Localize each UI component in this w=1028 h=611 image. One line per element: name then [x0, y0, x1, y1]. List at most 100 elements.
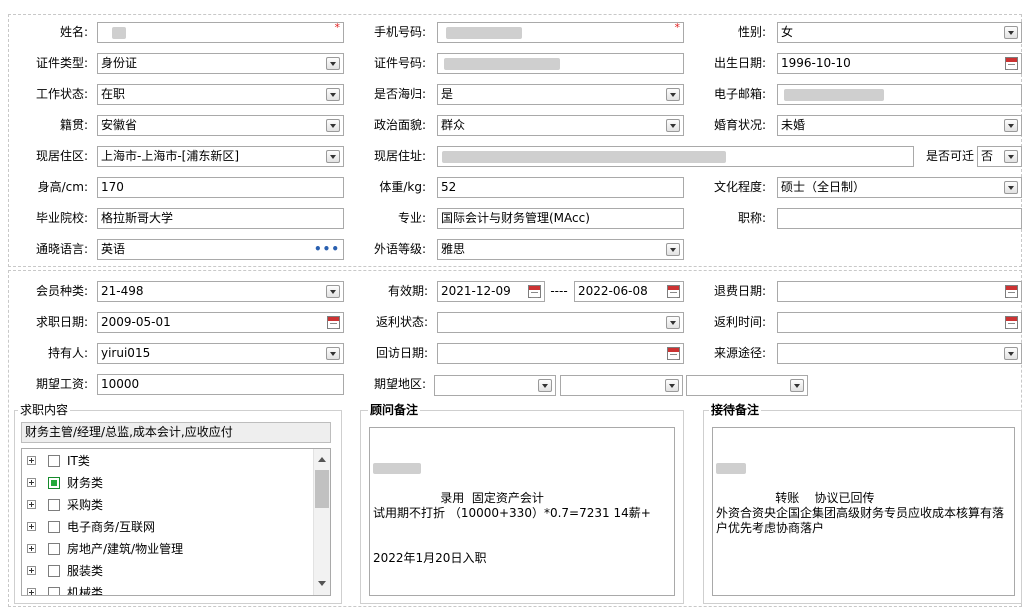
foreign-level-select[interactable]: 雅思 [437, 239, 684, 260]
holder-select[interactable]: yirui015 [97, 343, 344, 364]
title-field[interactable] [777, 208, 1022, 229]
expand-icon[interactable] [27, 478, 36, 487]
chevron-down-icon[interactable] [326, 119, 340, 132]
phone-field[interactable]: * [437, 22, 684, 43]
job-content-summary-value: 财务主管/经理/总监,成本会计,应收应付 [25, 425, 233, 439]
height-field[interactable]: 170 [97, 177, 344, 198]
weight-field[interactable]: 52 [437, 177, 684, 198]
expected-region-province-select[interactable] [434, 375, 556, 396]
tree-item-procurement[interactable]: 采购类 [22, 494, 312, 516]
scrollbar-thumb[interactable] [315, 470, 329, 508]
major-field[interactable]: 国际会计与财务管理(MAcc) [437, 208, 684, 229]
expand-icon[interactable] [27, 588, 36, 595]
chevron-down-icon[interactable] [1004, 181, 1018, 194]
person-name-redaction [716, 463, 746, 474]
tree-item-finance[interactable]: 财务类 [22, 472, 312, 494]
validity-to-field[interactable]: 2022-06-08 [574, 281, 684, 302]
native-place-select[interactable]: 安徽省 [97, 115, 344, 136]
language-field[interactable]: 英语 ••• [97, 239, 344, 260]
tree-item-real-estate[interactable]: 房地产/建筑/物业管理 [22, 538, 312, 560]
tree-item-apparel[interactable]: 服装类 [22, 560, 312, 582]
expand-icon[interactable] [27, 500, 36, 509]
checkbox-ecommerce[interactable] [48, 521, 60, 533]
chevron-down-icon[interactable] [1004, 26, 1018, 39]
expected-region-city-select[interactable] [560, 375, 683, 396]
chevron-down-icon[interactable] [666, 243, 680, 256]
validity-from-field[interactable]: 2021-12-09 [437, 281, 545, 302]
chevron-down-icon[interactable] [665, 379, 679, 392]
calendar-icon[interactable] [1005, 285, 1018, 298]
member-type-select[interactable]: 21-498 [97, 281, 344, 302]
chevron-down-icon[interactable] [326, 57, 340, 70]
scroll-down-icon[interactable] [314, 575, 330, 591]
rebate-time-field[interactable] [777, 312, 1022, 333]
checkbox-real-estate[interactable] [48, 543, 60, 555]
chevron-down-icon[interactable] [538, 379, 552, 392]
marital-status-select[interactable]: 未婚 [777, 115, 1022, 136]
chevron-down-icon[interactable] [1004, 150, 1018, 163]
education-select[interactable]: 硕士（全日制） [777, 177, 1022, 198]
chevron-down-icon[interactable] [1004, 119, 1018, 132]
foreign-level-value: 雅思 [441, 242, 466, 256]
chevron-down-icon[interactable] [326, 88, 340, 101]
calendar-icon[interactable] [327, 316, 340, 329]
consultant-notes-line-3: 2022年1月20日入职 [373, 551, 487, 565]
chevron-down-icon[interactable] [1004, 347, 1018, 360]
calendar-icon[interactable] [528, 285, 541, 298]
phone-required-mark: * [674, 22, 681, 34]
refund-date-field[interactable] [777, 281, 1022, 302]
political-status-select[interactable]: 群众 [437, 115, 684, 136]
consultant-notes-textarea[interactable]: 录用 固定资产会计 试用期不打折 （10000+330）*0.7=7231 14… [369, 427, 675, 596]
rebate-status-select[interactable] [437, 312, 684, 333]
language-label: 通晓语言: [35, 242, 88, 256]
residence-area-select[interactable]: 上海市-上海市-[浦东新区] [97, 146, 344, 167]
chevron-down-icon[interactable] [666, 119, 680, 132]
expected-region-district-select[interactable] [686, 375, 808, 396]
birth-date-field[interactable]: 1996-10-10 [777, 53, 1022, 74]
more-options-icon[interactable]: ••• [314, 241, 340, 258]
expected-region-label: 期望地区: [373, 377, 426, 391]
calendar-icon[interactable] [667, 347, 680, 360]
returnee-select[interactable]: 是 [437, 84, 684, 105]
chevron-down-icon[interactable] [326, 347, 340, 360]
calendar-icon[interactable] [1005, 57, 1018, 70]
tree-item-ecommerce[interactable]: 电子商务/互联网 [22, 516, 312, 538]
expand-icon[interactable] [27, 456, 36, 465]
checkbox-finance[interactable] [48, 477, 60, 489]
gender-select[interactable]: 女 [777, 22, 1022, 43]
refund-date-label: 退费日期: [713, 284, 766, 298]
expand-icon[interactable] [27, 522, 36, 531]
reception-notes-textarea[interactable]: 转账 协议已回传 外资合资央企国企集团高级财务专员应收成本核算有落户优先考虑协商… [712, 427, 1015, 596]
expected-salary-field[interactable]: 10000 [97, 374, 344, 395]
revisit-date-field[interactable] [437, 343, 684, 364]
relocatable-select[interactable]: 否 [977, 146, 1022, 167]
school-field[interactable]: 格拉斯哥大学 [97, 208, 344, 229]
id-type-select[interactable]: 身份证 [97, 53, 344, 74]
chevron-down-icon[interactable] [666, 316, 680, 329]
work-status-select[interactable]: 在职 [97, 84, 344, 105]
source-select[interactable] [777, 343, 1022, 364]
id-number-field[interactable] [437, 53, 684, 74]
expand-icon[interactable] [27, 544, 36, 553]
chevron-down-icon[interactable] [790, 379, 804, 392]
foreign-level-label: 外语等级: [373, 242, 426, 256]
job-seek-date-field[interactable]: 2009-05-01 [97, 312, 344, 333]
address-field[interactable] [437, 146, 914, 167]
tree-item-it[interactable]: IT类 [22, 450, 312, 472]
consultant-notes-line: 录用 固定资产会计 [373, 461, 671, 505]
checkbox-machinery[interactable] [48, 587, 60, 595]
calendar-icon[interactable] [667, 285, 680, 298]
expand-icon[interactable] [27, 566, 36, 575]
tree-item-machinery[interactable]: 机械类 [22, 582, 312, 595]
email-field[interactable] [777, 84, 1022, 105]
scroll-up-icon[interactable] [314, 451, 330, 467]
tree-scrollbar[interactable] [313, 449, 330, 595]
chevron-down-icon[interactable] [326, 285, 340, 298]
chevron-down-icon[interactable] [326, 150, 340, 163]
checkbox-apparel[interactable] [48, 565, 60, 577]
checkbox-it[interactable] [48, 455, 60, 467]
name-field[interactable]: * [97, 22, 344, 43]
checkbox-procurement[interactable] [48, 499, 60, 511]
calendar-icon[interactable] [1005, 316, 1018, 329]
chevron-down-icon[interactable] [666, 88, 680, 101]
